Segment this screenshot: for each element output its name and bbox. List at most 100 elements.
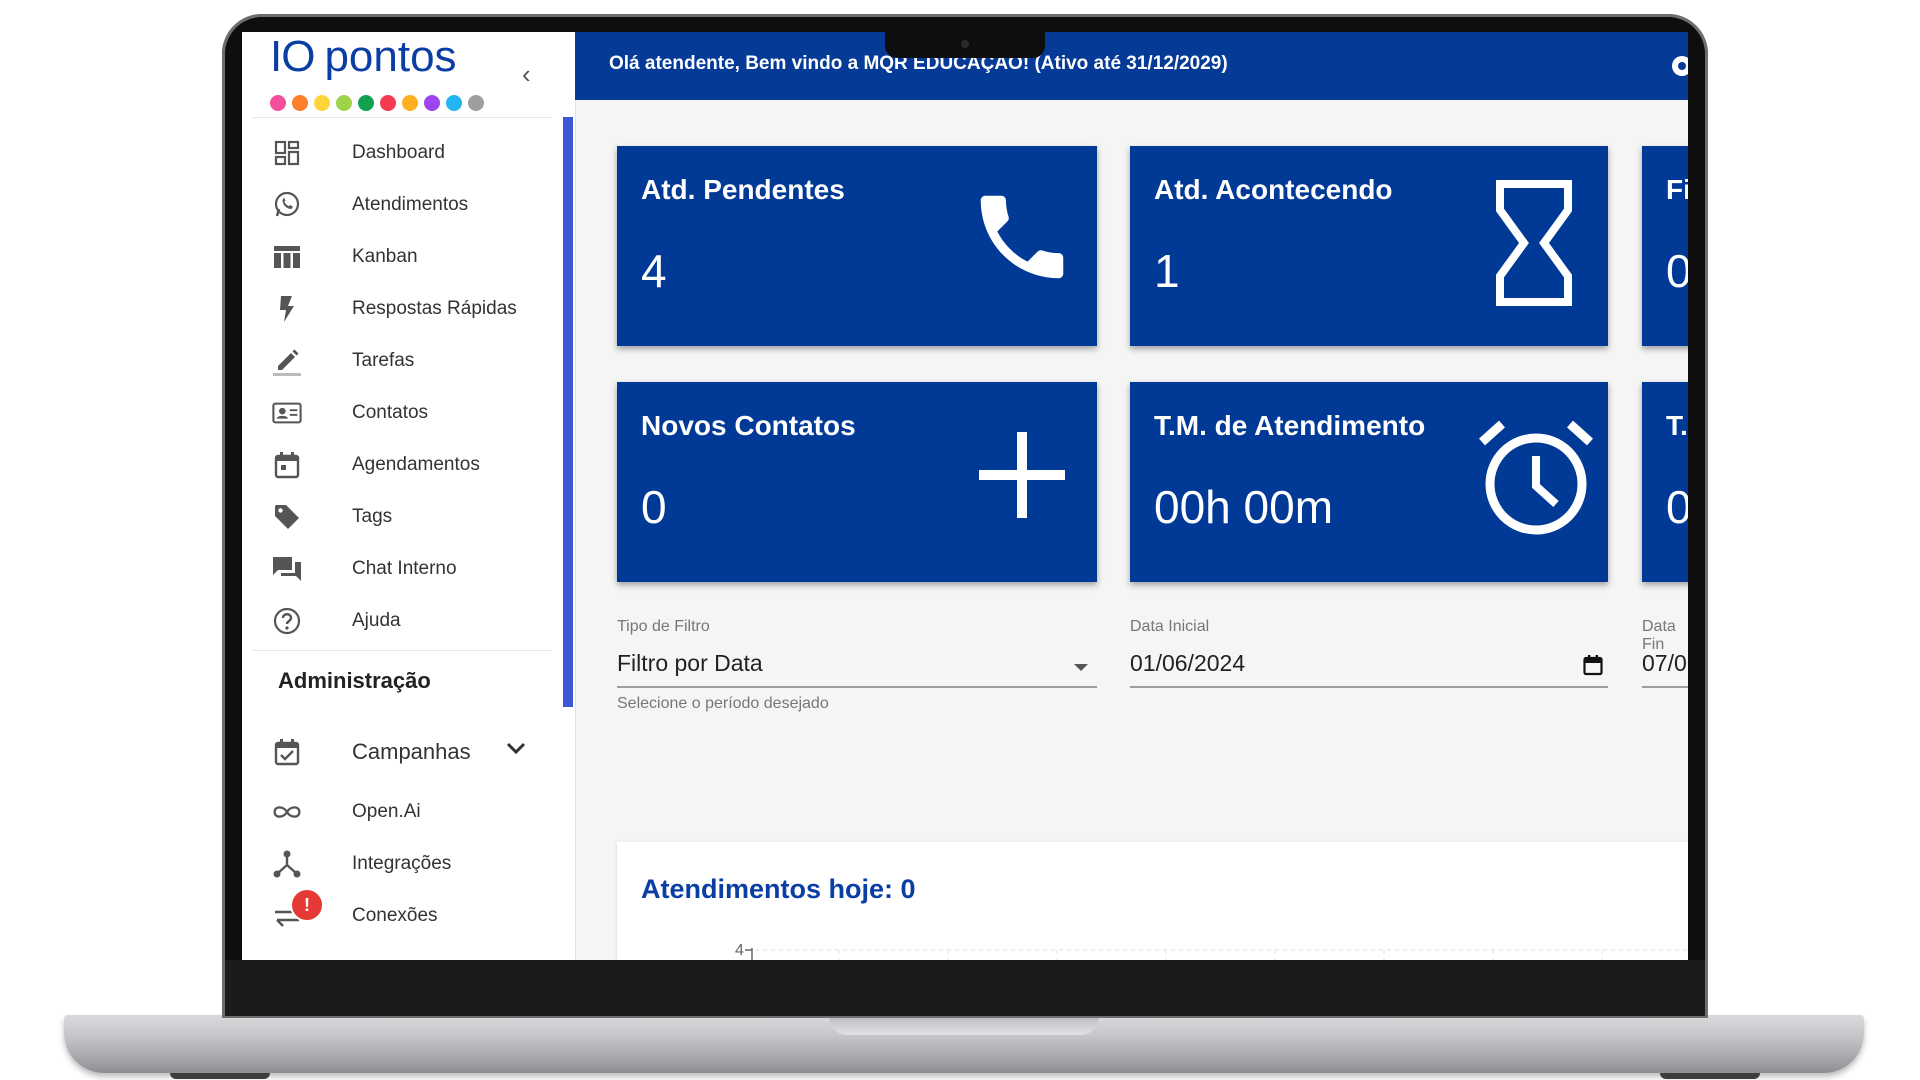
sidebar-item-dashboard[interactable]: Dashboard [242, 130, 562, 176]
sidebar-item-label: Respostas Rápidas [352, 298, 517, 319]
laptop-foot-right [1660, 1073, 1760, 1079]
sidebar-scrollbar[interactable] [563, 117, 573, 707]
logo-name: pontos [324, 32, 457, 81]
card-title: Fin [1666, 174, 1688, 205]
filter-type-select[interactable]: Filtro por Data [617, 642, 1097, 688]
card-tm-espera[interactable]: T.M 00 [1642, 382, 1688, 582]
sidebar-item-campanhas[interactable]: Campanhas [242, 729, 562, 775]
card-atd-acontecendo[interactable]: Atd. Acontecendo 1 [1130, 146, 1608, 346]
sidebar-item-agendamentos[interactable]: Agendamentos [242, 442, 562, 488]
end-date-value: 07/06 [1642, 650, 1688, 676]
card-atd-pendentes[interactable]: Atd. Pendentes 4 [617, 146, 1097, 346]
logo-dot [314, 95, 330, 111]
end-date-input[interactable]: 07/06 [1642, 642, 1688, 688]
sidebar-item-kanban[interactable]: Kanban [242, 234, 562, 280]
bezel-bottom [225, 960, 1705, 1016]
card-value: 0 [1666, 245, 1688, 297]
laptop-foot-left [170, 1073, 270, 1079]
plus-icon [979, 432, 1065, 523]
logo-dot [468, 95, 484, 111]
sidebar-item-respostas-rapidas[interactable]: Respostas Rápidas [242, 286, 562, 332]
sidebar-item-open-ai[interactable]: Open.Ai [242, 789, 562, 835]
top-bar: Olá atendente, Bem vindo a MQR EDUCAÇÃO!… [575, 32, 1688, 100]
sidebar-item-label: Integrações [352, 853, 452, 874]
sidebar-item-tarefas[interactable]: Tarefas [242, 338, 562, 384]
integration-icon [272, 849, 302, 879]
filter-type-underline [617, 686, 1097, 688]
logo-dot [446, 95, 462, 111]
connections-alert-badge: ! [290, 888, 324, 922]
collapse-sidebar-icon[interactable]: ‹ [522, 59, 531, 90]
chart-canvas: 4 [735, 942, 1688, 960]
tag-icon [272, 502, 302, 532]
calendar-icon [272, 450, 302, 480]
gear-icon[interactable] [1667, 51, 1688, 86]
sidebar-item-label: Tags [352, 506, 393, 527]
sidebar-divider-admin [252, 650, 552, 651]
sidebar-item-tags[interactable]: Tags [242, 494, 562, 540]
sidebar-item-label: Kanban [352, 246, 418, 267]
card-title: Atd. Pendentes [641, 174, 845, 205]
admin-section-title: Administração [278, 668, 431, 693]
filter-type-label: Tipo de Filtro [617, 618, 710, 635]
start-date-value: 01/06/2024 [1130, 650, 1246, 676]
sidebar-item-label: Dashboard [352, 142, 445, 163]
sidebar-item-label: Conexões [352, 905, 438, 926]
card-tm-atendimento[interactable]: T.M. de Atendimento 00h 00m [1130, 382, 1608, 582]
sidebar: IO pontos ‹ Dashboard Atendimentos Kanba… [242, 32, 576, 960]
start-date-label: Data Inicial [1130, 618, 1210, 635]
sidebar-item-contatos[interactable]: Contatos [242, 390, 562, 436]
card-novos-contatos[interactable]: Novos Contatos 0 [617, 382, 1097, 582]
end-date-underline [1642, 686, 1688, 688]
sidebar-item-ajuda[interactable]: Ajuda [242, 598, 562, 644]
card-finalizados[interactable]: Fin 0 [1642, 146, 1688, 346]
sidebar-item-label: Chat Interno [352, 558, 457, 579]
start-date-input[interactable]: 01/06/2024 [1130, 642, 1608, 688]
sidebar-item-label: Agendamentos [352, 454, 480, 475]
card-value: 00h 00m [1154, 481, 1334, 533]
hourglass-icon [1496, 180, 1572, 311]
sidebar-item-chat-interno[interactable]: Chat Interno [242, 546, 562, 592]
logo-dot [270, 95, 286, 111]
laptop-base [64, 1015, 1864, 1073]
app-logo[interactable]: IO pontos [270, 32, 457, 92]
card-title: Novos Contatos [641, 410, 856, 441]
chat-icon [272, 554, 302, 584]
card-title: T.M [1666, 410, 1688, 441]
chevron-down-icon[interactable] [506, 741, 526, 760]
infinity-icon [272, 797, 302, 827]
card-value: 4 [641, 245, 667, 297]
logo-dot [292, 95, 308, 111]
sidebar-item-label: Atendimentos [352, 194, 469, 215]
laptop-notch [829, 1015, 1099, 1035]
card-title: T.M. de Atendimento [1154, 410, 1426, 441]
logo-prefix: IO [270, 32, 315, 81]
card-title: Atd. Acontecendo [1154, 174, 1393, 205]
phone-icon [967, 182, 1077, 297]
sidebar-item-label: Contatos [352, 402, 429, 423]
sidebar-item-atendimentos[interactable]: Atendimentos [242, 182, 562, 228]
calendar-picker-icon[interactable] [1583, 654, 1603, 681]
camera-notch [885, 32, 1045, 58]
filter-type-value: Filtro por Data [617, 650, 763, 676]
kanban-icon [272, 242, 302, 272]
chart-card: Atendimentos hoje: 0 4 [617, 842, 1688, 960]
card-value: 1 [1154, 245, 1180, 297]
pencil-icon [272, 346, 302, 376]
logo-dot [380, 95, 396, 111]
logo-dot [358, 95, 374, 111]
card-value: 00 [1666, 481, 1688, 533]
y-tick-label: 4 [735, 942, 744, 959]
calendar-check-icon [272, 737, 302, 767]
sidebar-divider-top [252, 117, 552, 118]
sidebar-item-label: Campanhas [352, 739, 471, 764]
sidebar-item-label: Ajuda [352, 610, 401, 631]
bolt-icon [272, 294, 302, 324]
sidebar-item-label: Tarefas [352, 350, 415, 371]
card-value: 0 [641, 481, 667, 533]
logo-dot [402, 95, 418, 111]
logo-dot [336, 95, 352, 111]
sidebar-item-integracoes[interactable]: Integrações [242, 841, 562, 887]
logo-dot [424, 95, 440, 111]
dashboard-icon [272, 138, 302, 168]
